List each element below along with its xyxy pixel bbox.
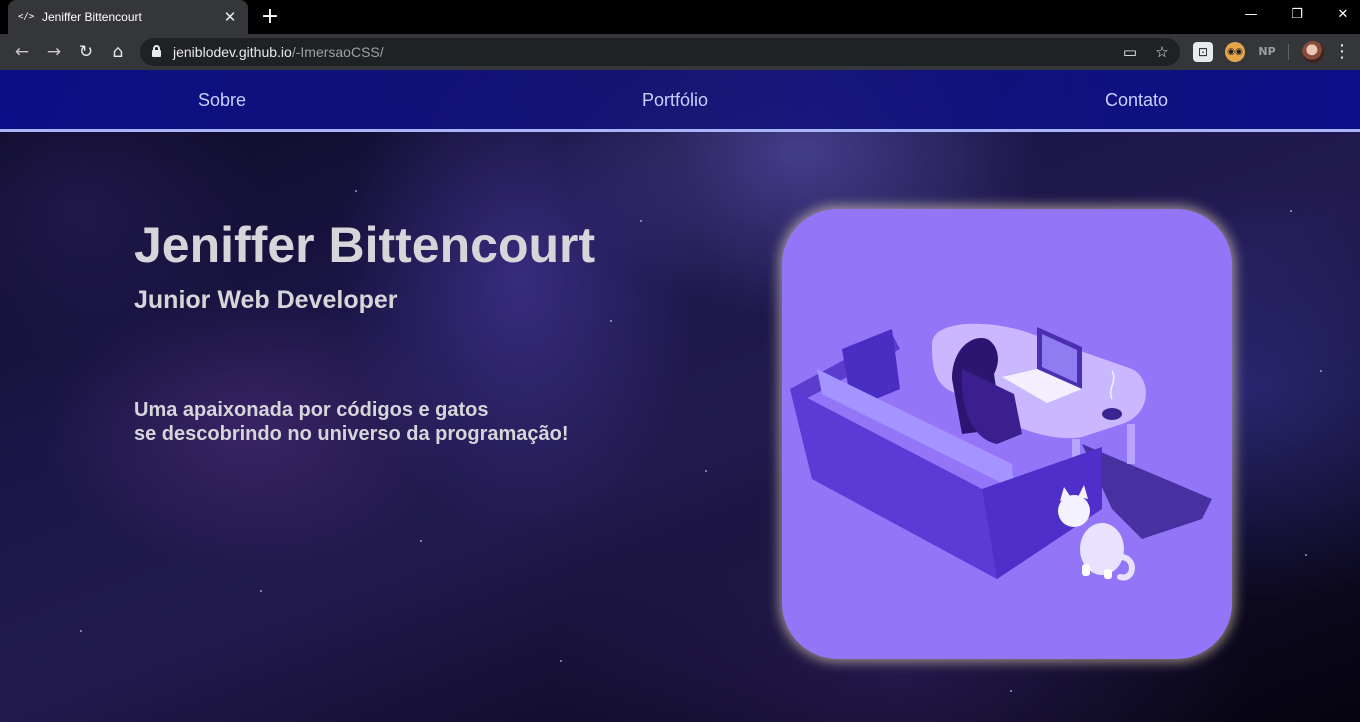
star-icon[interactable]: ☆ <box>1152 42 1172 62</box>
hero-description-line-2: se descobrindo no universo da programaçã… <box>134 423 569 445</box>
home-icon[interactable]: ⌂ <box>106 40 130 64</box>
extension-eyes-icon[interactable]: ◉◉ <box>1225 42 1245 62</box>
restore-icon[interactable]: ❐ <box>1274 0 1320 30</box>
lock-icon <box>152 45 161 57</box>
plus-icon[interactable]: + <box>258 5 282 29</box>
forward-arrow-icon[interactable]: → <box>42 40 66 64</box>
window-close-icon[interactable]: ✕ <box>1320 0 1360 30</box>
reload-icon[interactable]: ↻ <box>74 40 98 64</box>
minimize-icon[interactable]: — <box>1228 0 1274 30</box>
extension-icon[interactable]: ⊡ <box>1193 42 1213 62</box>
address-bar[interactable]: jeniblodev.github.io/-ImersaoCSS/ ▭ ☆ <box>140 38 1180 66</box>
hero-description: Uma apaixonada por códigos e gatos se de… <box>134 398 569 446</box>
nav-link-contato[interactable]: Contato <box>1105 90 1168 111</box>
cast-icon[interactable]: ▭ <box>1120 42 1140 62</box>
developer-at-desk-illustration <box>790 323 1212 581</box>
close-icon[interactable]: ✕ <box>222 8 238 26</box>
url-text: jeniblodev.github.io/-ImersaoCSS/ <box>173 44 384 60</box>
tab-title: Jeniffer Bittencourt <box>42 10 142 24</box>
browser-toolbar: ← → ↻ ⌂ jeniblodev.github.io/-ImersaoCSS… <box>0 34 1360 70</box>
np-extension-icon[interactable]: NP <box>1257 42 1277 62</box>
nav-link-sobre[interactable]: Sobre <box>198 90 246 111</box>
code-icon: </> <box>18 12 35 22</box>
profile-avatar[interactable] <box>1302 41 1324 63</box>
tab-strip: </> Jeniffer Bittencourt ✕ + — ❐ ✕ <box>0 0 1360 34</box>
hero-illustration <box>782 209 1232 659</box>
back-arrow-icon[interactable]: ← <box>10 40 34 64</box>
page-viewport: Sobre Portfólio Contato Jeniffer Bittenc… <box>0 70 1360 722</box>
nav-link-portfolio[interactable]: Portfólio <box>642 90 708 111</box>
hero-description-line-1: Uma apaixonada por códigos e gatos <box>134 399 489 421</box>
menu-kebab-icon[interactable]: ⋮ <box>1332 40 1352 64</box>
toolbar-divider <box>1288 44 1289 60</box>
hero-name: Jeniffer Bittencourt <box>134 217 596 273</box>
hero-role: Junior Web Developer <box>134 286 398 314</box>
browser-tab[interactable]: </> Jeniffer Bittencourt ✕ <box>8 0 248 34</box>
main-nav: Sobre Portfólio Contato <box>0 70 1360 132</box>
